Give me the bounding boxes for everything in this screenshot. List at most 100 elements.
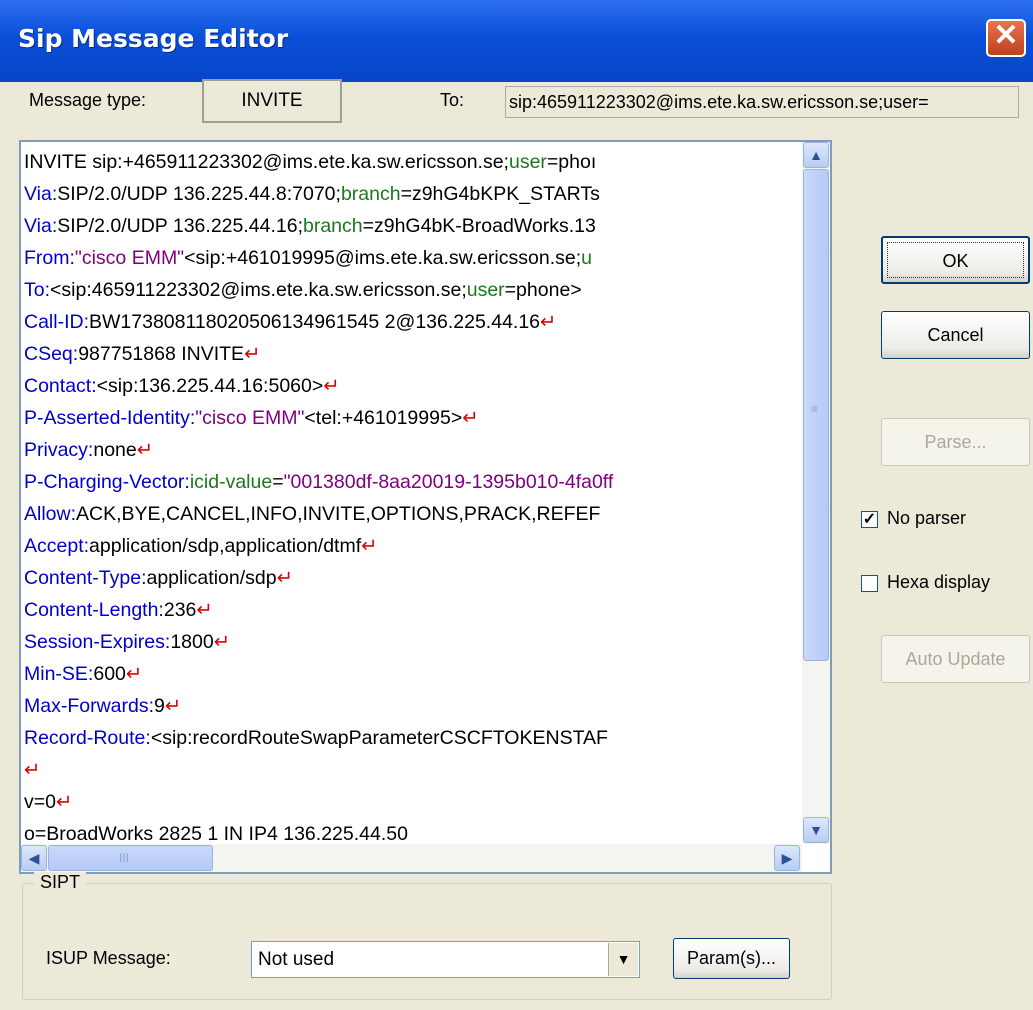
header-name: Via: (24, 215, 58, 237)
line-text: application/sdp,application/dtmf (89, 535, 362, 557)
line-text: ACK,BYE,CANCEL,INFO,INVITE,OPTIONS,PRACK… (76, 503, 601, 525)
line-text: <sip:+461019995@ims.ete.ka.sw.ericsson.s… (184, 247, 582, 269)
editor-line: From:"cisco EMM"<sip:+461019995@ims.ete.… (24, 242, 804, 274)
editor-line: o=BroadWorks 2825 1 IN IP4 136.225.44.50 (24, 818, 804, 842)
line-text: application/sdp (146, 567, 277, 589)
line-text: INVITE sip:+465911223302@ims.ete.ka.sw.e… (24, 151, 509, 173)
param-key: u (581, 247, 592, 269)
line-break-icon: ↵ (244, 343, 261, 365)
line-break-icon: ↵ (136, 439, 154, 461)
cancel-button[interactable]: Cancel (881, 311, 1030, 359)
isup-message-label: ISUP Message: (46, 948, 171, 968)
line-text: 9 (154, 695, 165, 717)
to-field[interactable]: sip:465911223302@ims.ete.ka.sw.ericsson.… (505, 86, 1019, 118)
line-text: <sip:465911223302@ims.ete.ka.sw.ericsson… (50, 279, 467, 301)
line-text: <sip:136.225.44.16:5060> (96, 375, 324, 397)
param-key: user (466, 279, 505, 301)
header-name: Via: (24, 183, 58, 205)
grip-icon: ≡ (811, 402, 819, 416)
line-break-icon: ↵ (213, 631, 231, 653)
editor-line: Min-SE:600↵ (24, 658, 804, 690)
editor-line: Contact:<sip:136.225.44.16:5060>↵ (24, 370, 804, 402)
parse-button[interactable]: Parse... (881, 418, 1030, 466)
editor-line: Session-Expires:1800↵ (24, 626, 804, 658)
line-text: =z9hG4bKPK_STARTs (400, 183, 600, 205)
sip-message-editor[interactable]: INVITE sip:+465911223302@ims.ete.ka.sw.e… (19, 140, 832, 874)
to-label: To: (440, 90, 465, 110)
scroll-right-icon[interactable]: ▶ (774, 845, 800, 871)
editor-line: P-Asserted-Identity:"cisco EMM"<tel:+461… (24, 402, 804, 434)
line-text: SIP/2.0/UDP 136.225.44.8:7070; (57, 183, 341, 205)
header-name: Call-ID: (24, 311, 90, 333)
scroll-down-icon[interactable]: ▼ (803, 817, 829, 843)
line-text: <sip:recordRouteSwapParameterCSCFTOKENST… (150, 727, 608, 749)
line-text: 600 (93, 663, 126, 685)
editor-line: Content-Type:application/sdp↵ (24, 562, 804, 594)
editor-line: Call-ID:BW173808118020506134961545 2@136… (24, 306, 804, 338)
editor-line: Accept:application/sdp,application/dtmf↵ (24, 530, 804, 562)
message-type-value: INVITE (202, 79, 342, 123)
message-type-label: Message type: (29, 90, 147, 110)
editor-line: Allow:ACK,BYE,CANCEL,INFO,INVITE,OPTIONS… (24, 498, 804, 530)
quoted-value: "001380df-8aa20019-1395b010-4fa0ff (283, 471, 614, 493)
title-bar: Sip Message Editor ✕ (0, 0, 1033, 82)
header-name: Contact: (24, 375, 97, 397)
param-key: user (508, 151, 547, 173)
line-text: BW173808118020506134961545 2@136.225.44.… (89, 311, 541, 333)
line-text: o=BroadWorks 2825 1 IN IP4 136.225.44.50 (24, 823, 408, 842)
editor-line: Privacy:none↵ (24, 434, 804, 466)
line-text: 987751868 INVITE (78, 343, 245, 365)
header-name: Max-Forwards: (24, 695, 155, 717)
header-name: Content-Type: (24, 567, 147, 589)
param-key: branch (302, 215, 363, 237)
header-name: Allow: (24, 503, 77, 525)
params-button[interactable]: Param(s)... (673, 938, 790, 979)
ok-button[interactable]: OK (881, 236, 1030, 284)
line-text: 1800 (170, 631, 214, 653)
line-break-icon: ↵ (462, 407, 479, 429)
line-break-icon: ↵ (323, 375, 340, 397)
no-parser-checkbox[interactable]: ✓ (861, 511, 878, 528)
line-text: SIP/2.0/UDP 136.225.44.16; (57, 215, 303, 237)
line-break-icon: ↵ (55, 791, 73, 813)
scroll-up-icon[interactable]: ▲ (803, 142, 829, 168)
header-name: Session-Expires: (24, 631, 171, 653)
isup-message-value: Not used (258, 949, 335, 970)
line-text: =z9hG4bK-BroadWorks.13 (362, 215, 596, 237)
editor-line: Content-Length:236↵ (24, 594, 804, 626)
line-text: <tel:+461019995> (304, 407, 463, 429)
hexa-display-checkbox[interactable] (861, 575, 878, 592)
line-text: = (272, 471, 284, 493)
header-name: Privacy: (24, 439, 94, 461)
horizontal-scrollbar[interactable]: ◀ III ▶ (21, 844, 802, 872)
editor-text[interactable]: INVITE sip:+465911223302@ims.ete.ka.sw.e… (24, 146, 804, 842)
param-key: branch (340, 183, 401, 205)
editor-line: Via:SIP/2.0/UDP 136.225.44.16;branch=z9h… (24, 210, 804, 242)
dropdown-arrow-icon[interactable]: ▼ (608, 943, 638, 976)
header-name: Accept: (24, 535, 90, 557)
editor-line: CSeq:987751868 INVITE↵ (24, 338, 804, 370)
auto-update-button[interactable]: Auto Update (881, 635, 1030, 683)
header-name: Min-SE: (24, 663, 94, 685)
header-name: Content-Length: (24, 599, 164, 621)
vertical-scrollbar[interactable]: ▲ ≡ ▼ (802, 142, 830, 844)
line-text: v=0 (24, 791, 56, 813)
isup-message-select[interactable]: Not used ▼ (251, 941, 640, 978)
header-name: P-Charging-Vector: (24, 471, 190, 493)
editor-line: ↵ (24, 754, 804, 786)
header-name: P-Asserted-Identity: (24, 407, 196, 429)
editor-line: INVITE sip:+465911223302@ims.ete.ka.sw.e… (24, 146, 804, 178)
line-break-icon: ↵ (164, 695, 182, 717)
window-title: Sip Message Editor (18, 24, 289, 53)
line-break-icon: ↵ (361, 535, 378, 557)
header-name: To: (24, 279, 51, 301)
no-parser-label: No parser (887, 508, 967, 528)
line-break-icon: ↵ (276, 567, 293, 589)
param-key: icid-value (189, 471, 273, 493)
vertical-scroll-thumb[interactable]: ≡ (803, 169, 829, 661)
line-text: none (93, 439, 137, 461)
close-button[interactable]: ✕ (986, 19, 1026, 57)
horizontal-scroll-thumb[interactable]: III (48, 845, 213, 871)
line-break-icon: ↵ (196, 599, 213, 621)
scroll-left-icon[interactable]: ◀ (21, 845, 47, 871)
